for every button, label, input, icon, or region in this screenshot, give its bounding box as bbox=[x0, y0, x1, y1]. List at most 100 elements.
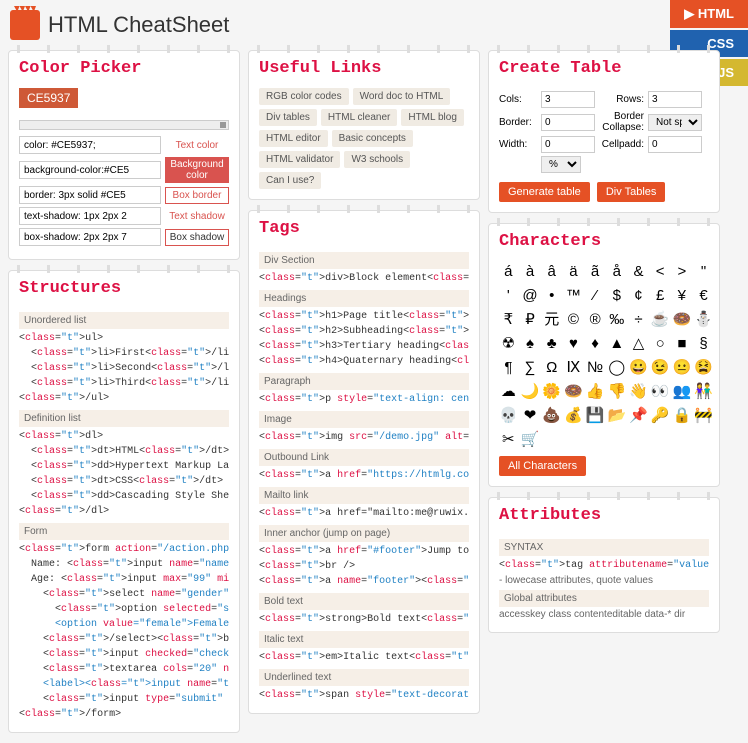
char-item[interactable]: 😫 bbox=[694, 357, 713, 378]
char-item[interactable]: £ bbox=[651, 285, 670, 306]
char-item[interactable]: ¶ bbox=[499, 357, 518, 378]
char-item[interactable]: Ω bbox=[542, 357, 561, 378]
char-item[interactable]: ' bbox=[499, 285, 518, 306]
char-item[interactable]: 😉 bbox=[651, 357, 670, 378]
char-item[interactable]: 👋 bbox=[629, 381, 648, 402]
char-item[interactable]: 📌 bbox=[629, 405, 648, 426]
char-item[interactable]: 🌙 bbox=[521, 381, 540, 402]
char-item[interactable]: ™ bbox=[564, 285, 583, 306]
char-item[interactable]: ã bbox=[586, 261, 605, 282]
char-item[interactable]: 👀 bbox=[651, 381, 670, 402]
char-item[interactable]: ☁ bbox=[499, 381, 518, 402]
char-item[interactable]: @ bbox=[521, 285, 540, 306]
cellpad-input[interactable] bbox=[648, 136, 702, 153]
divtables-button[interactable]: Div Tables bbox=[597, 182, 666, 202]
link-item[interactable]: Word doc to HTML bbox=[353, 88, 451, 105]
link-item[interactable]: HTML blog bbox=[401, 109, 464, 126]
char-item[interactable]: ÷ bbox=[629, 309, 648, 330]
char-item[interactable]: ◯ bbox=[607, 357, 626, 378]
char-item[interactable]: 👍 bbox=[586, 381, 605, 402]
rows-input[interactable] bbox=[648, 91, 702, 108]
char-item[interactable]: 🛒 bbox=[521, 429, 540, 450]
link-item[interactable]: W3 schools bbox=[344, 151, 410, 168]
char-item[interactable]: ♠ bbox=[521, 333, 540, 354]
char-item[interactable]: ○ bbox=[651, 333, 670, 354]
char-item[interactable]: 💩 bbox=[542, 405, 561, 426]
char-item[interactable]: ä bbox=[564, 261, 583, 282]
char-item[interactable]: ■ bbox=[673, 333, 692, 354]
char-item[interactable]: Ⅸ bbox=[564, 357, 583, 378]
char-item[interactable]: 👫 bbox=[694, 381, 713, 402]
css-input[interactable] bbox=[19, 186, 161, 204]
char-item[interactable]: å bbox=[607, 261, 626, 282]
char-item[interactable]: 💀 bbox=[499, 405, 518, 426]
generate-button[interactable]: Generate table bbox=[499, 182, 590, 202]
char-item[interactable]: 👥 bbox=[673, 381, 692, 402]
char-item[interactable]: 📂 bbox=[607, 405, 626, 426]
char-item[interactable]: ¢ bbox=[629, 285, 648, 306]
char-item[interactable]: ₹ bbox=[499, 309, 518, 330]
char-item[interactable]: ∑ bbox=[521, 357, 540, 378]
char-item[interactable]: 元 bbox=[542, 309, 561, 330]
char-item[interactable]: ▲ bbox=[607, 333, 626, 354]
char-item[interactable]: á bbox=[499, 261, 518, 282]
collapse-select[interactable]: Not specified bbox=[648, 114, 702, 131]
code-block: <class="t">p style="text-align: center;"… bbox=[259, 392, 469, 407]
char-item[interactable]: 😀 bbox=[629, 357, 648, 378]
link-item[interactable]: Div tables bbox=[259, 109, 317, 126]
char-item[interactable]: ♦ bbox=[586, 333, 605, 354]
tab-html[interactable]: ▶ HTML bbox=[670, 0, 748, 28]
char-item[interactable]: 💾 bbox=[586, 405, 605, 426]
char-item[interactable]: < bbox=[651, 261, 670, 282]
width-input[interactable] bbox=[541, 136, 595, 153]
char-item[interactable]: ♣ bbox=[542, 333, 561, 354]
link-item[interactable]: HTML editor bbox=[259, 130, 328, 147]
unit-select[interactable]: % bbox=[541, 156, 581, 173]
char-item[interactable]: ✂ bbox=[499, 429, 518, 450]
char-item[interactable]: • bbox=[542, 285, 561, 306]
color-slider[interactable] bbox=[19, 120, 229, 130]
css-input[interactable] bbox=[19, 207, 161, 225]
char-item[interactable]: ⁄ bbox=[586, 285, 605, 306]
all-chars-button[interactable]: All Characters bbox=[499, 456, 586, 476]
link-item[interactable]: Can I use? bbox=[259, 172, 321, 189]
char-item[interactable]: © bbox=[564, 309, 583, 330]
char-item[interactable]: 💰 bbox=[564, 405, 583, 426]
css-input[interactable] bbox=[19, 228, 161, 246]
char-item[interactable]: 🍩 bbox=[673, 309, 692, 330]
char-item[interactable]: à bbox=[521, 261, 540, 282]
char-item[interactable]: ⛄ bbox=[694, 309, 713, 330]
link-item[interactable]: RGB color codes bbox=[259, 88, 349, 105]
char-item[interactable]: § bbox=[694, 333, 713, 354]
char-item[interactable]: € bbox=[694, 285, 713, 306]
char-item[interactable]: " bbox=[694, 261, 713, 282]
cols-input[interactable] bbox=[541, 91, 595, 108]
char-item[interactable]: ¥ bbox=[673, 285, 692, 306]
char-item[interactable]: 🔑 bbox=[651, 405, 670, 426]
css-input[interactable] bbox=[19, 136, 161, 154]
char-item[interactable]: △ bbox=[629, 333, 648, 354]
char-item[interactable]: ♥ bbox=[564, 333, 583, 354]
char-item[interactable]: ☢ bbox=[499, 333, 518, 354]
char-item[interactable]: ‰ bbox=[607, 309, 626, 330]
char-item[interactable]: â bbox=[542, 261, 561, 282]
border-input[interactable] bbox=[541, 114, 595, 131]
char-item[interactable]: 🌼 bbox=[542, 381, 561, 402]
link-item[interactable]: Basic concepts bbox=[332, 130, 413, 147]
char-item[interactable]: $ bbox=[607, 285, 626, 306]
char-item[interactable]: & bbox=[629, 261, 648, 282]
char-item[interactable]: 🚧 bbox=[694, 405, 713, 426]
char-item[interactable]: № bbox=[586, 357, 605, 378]
char-item[interactable]: 👎 bbox=[607, 381, 626, 402]
link-item[interactable]: HTML cleaner bbox=[321, 109, 397, 126]
char-item[interactable]: 🍩 bbox=[564, 381, 583, 402]
char-item[interactable]: ❤ bbox=[521, 405, 540, 426]
char-item[interactable]: 🔒 bbox=[673, 405, 692, 426]
char-item[interactable]: ® bbox=[586, 309, 605, 330]
char-item[interactable]: > bbox=[673, 261, 692, 282]
link-item[interactable]: HTML validator bbox=[259, 151, 340, 168]
char-item[interactable]: 😐 bbox=[673, 357, 692, 378]
char-item[interactable]: ₽ bbox=[521, 309, 540, 330]
css-input[interactable] bbox=[19, 161, 161, 179]
char-item[interactable]: ☕ bbox=[651, 309, 670, 330]
